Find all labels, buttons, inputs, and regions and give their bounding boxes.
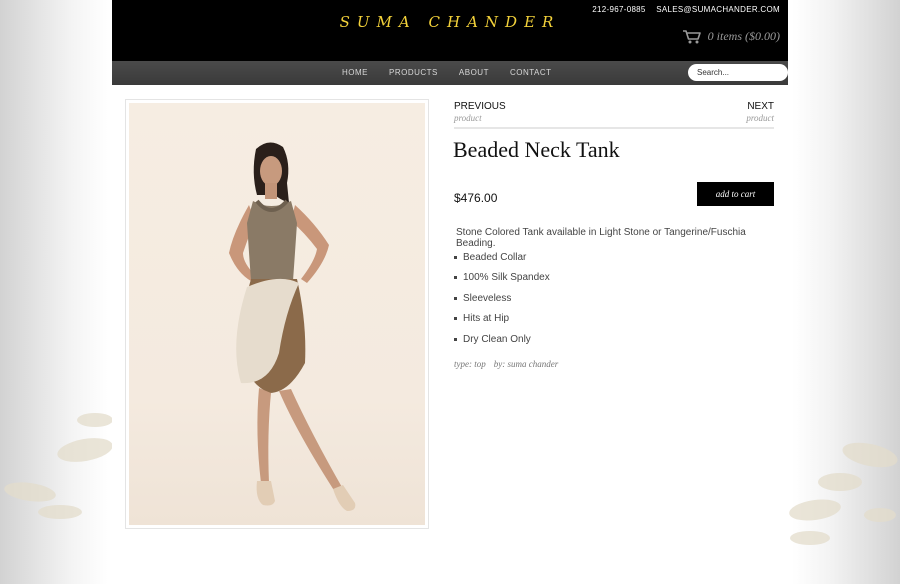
product-price: $476.00 (454, 191, 498, 205)
previous-sub: product (454, 113, 482, 123)
nav-home[interactable]: HOME (342, 61, 368, 85)
email-link[interactable]: SALES@SUMACHANDER.COM (656, 5, 780, 14)
list-item: Dry Clean Only (454, 329, 550, 350)
next-product-link[interactable]: NEXT product (746, 101, 774, 123)
list-item: Sleeveless (454, 288, 550, 309)
search-input[interactable] (688, 64, 788, 81)
list-item: Beaded Collar (454, 247, 550, 268)
nav-about[interactable]: ABOUT (459, 61, 489, 85)
feature-list: Beaded Collar 100% Silk Spandex Sleevele… (454, 247, 550, 350)
product-image[interactable] (129, 103, 425, 525)
cart-icon (682, 30, 701, 44)
model-illustration (229, 142, 356, 511)
product-description: Stone Colored Tank available in Light St… (456, 227, 746, 249)
phone-number: 212-967-0885 (592, 5, 646, 14)
previous-label: PREVIOUS (454, 101, 506, 112)
list-item: Hits at Hip (454, 309, 550, 330)
product-title: Beaded Neck Tank (453, 137, 620, 162)
product-meta: type: top by: suma chander (454, 359, 558, 369)
product-type[interactable]: type: top (454, 359, 486, 369)
cart-summary-text: 0 items ($0.00) (707, 29, 780, 43)
nav-products[interactable]: PRODUCTS (389, 61, 438, 85)
list-item: 100% Silk Spandex (454, 268, 550, 289)
main-nav: HOME PRODUCTS ABOUT CONTACT (112, 61, 788, 85)
product-image-frame (125, 99, 429, 529)
page-container: SUMA CHANDER 212-967-0885 SALES@SUMACHAN… (112, 0, 788, 553)
add-to-cart-button[interactable]: add to cart (697, 182, 774, 206)
cart-summary[interactable]: 0 items ($0.00) (682, 29, 780, 44)
product-designer[interactable]: by: suma chander (494, 359, 559, 369)
contact-info: 212-967-0885 SALES@SUMACHANDER.COM (584, 5, 780, 14)
nav-contact[interactable]: CONTACT (510, 61, 552, 85)
next-label: NEXT (747, 101, 774, 112)
product-pagination: PREVIOUS product NEXT product (454, 99, 774, 129)
next-sub: product (746, 113, 774, 123)
previous-product-link[interactable]: PREVIOUS product (454, 101, 506, 123)
site-header: SUMA CHANDER 212-967-0885 SALES@SUMACHAN… (112, 0, 788, 61)
